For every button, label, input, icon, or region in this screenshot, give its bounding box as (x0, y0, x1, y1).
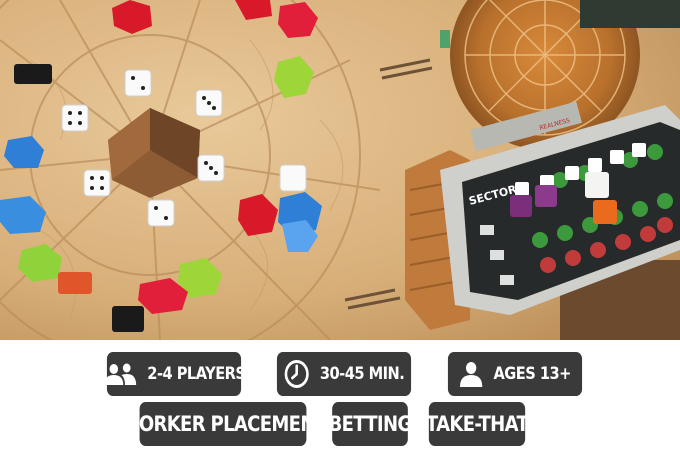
tag-label: WORKER PLACEMENT (119, 412, 327, 436)
tag-take-that: TAKE-THAT (425, 402, 529, 446)
play-time-badge: 30-45 MIN. (276, 352, 412, 396)
tag-label: BETTING (328, 412, 413, 436)
product-info-graphic: SECTOR REALNESS 2-4 PLAYERS 30-45 MIN. A… (0, 0, 680, 453)
age-badge: AGES 13+ (447, 352, 583, 396)
players-icon (103, 362, 137, 386)
clock-icon (284, 359, 310, 389)
play-time-label: 30-45 MIN. (319, 364, 405, 384)
info-badges: 2-4 PLAYERS 30-45 MIN. AGES 13+ WORKER P… (0, 340, 680, 453)
age-label: AGES 13+ (493, 364, 572, 384)
players-label: 2-4 PLAYERS (147, 364, 246, 384)
board-game-photo: SECTOR REALNESS (0, 0, 680, 340)
person-icon (459, 361, 483, 387)
tag-worker-placement: WORKER PLACEMENT (120, 402, 327, 446)
players-badge: 2-4 PLAYERS (104, 352, 246, 396)
tag-label: TAKE-THAT (425, 412, 529, 436)
tag-betting: BETTING (329, 402, 412, 446)
